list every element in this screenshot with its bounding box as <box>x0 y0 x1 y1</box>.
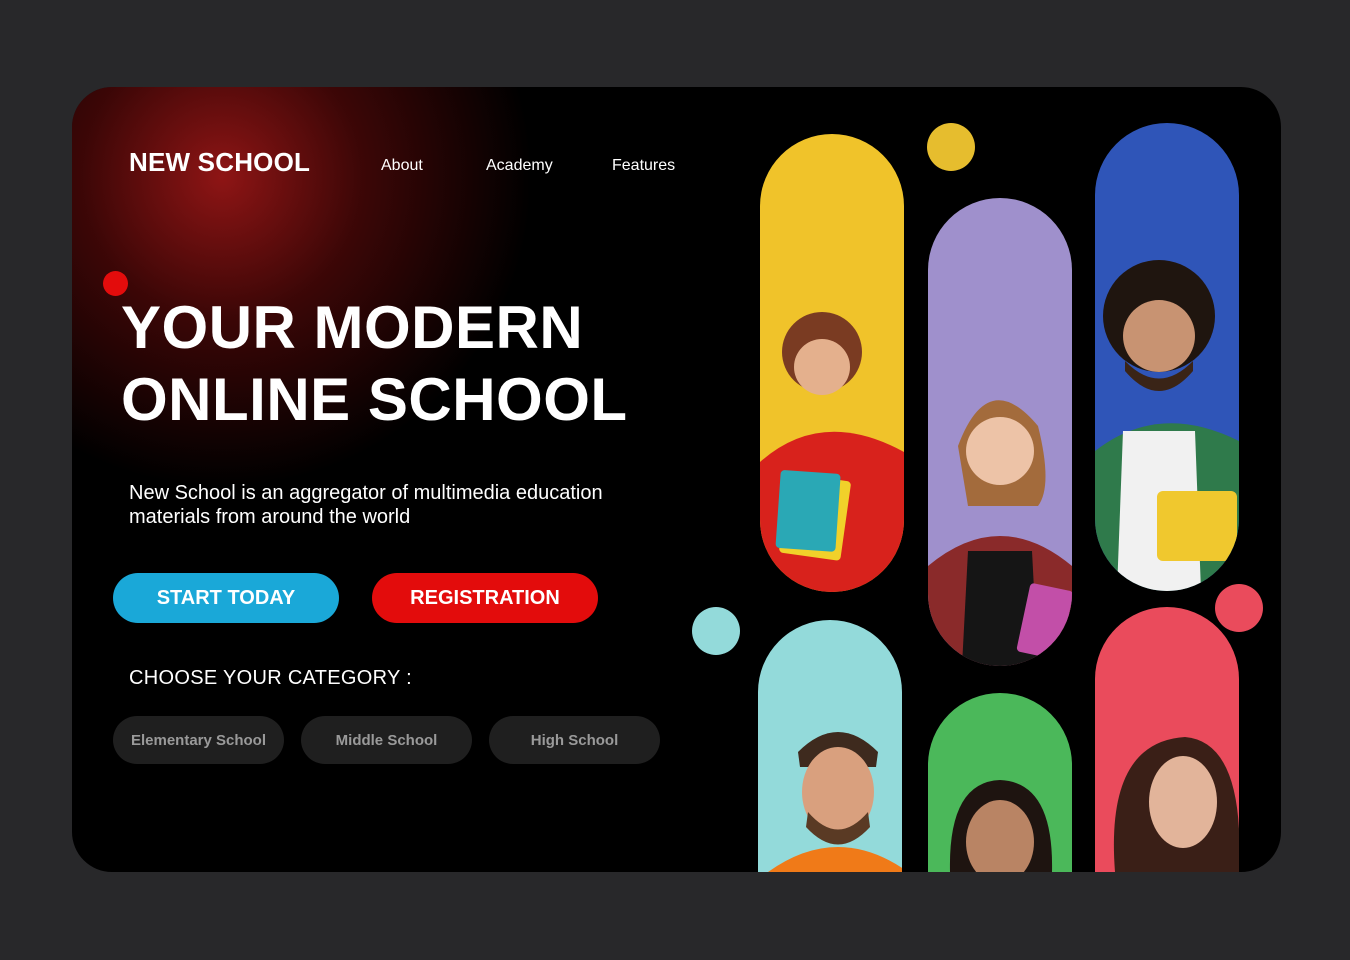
student-photo-cyan <box>758 620 902 872</box>
nav-about[interactable]: About <box>381 157 423 175</box>
category-middle-school[interactable]: Middle School <box>301 716 472 764</box>
student-photo-lavender <box>928 198 1072 666</box>
pink-circle-decoration <box>1215 584 1263 632</box>
hero-title: YOUR MODERN ONLINE SCHOOL <box>121 292 628 436</box>
student-photo-blue <box>1095 123 1239 591</box>
category-elementary-school[interactable]: Elementary School <box>113 716 284 764</box>
start-today-button[interactable]: START TODAY <box>113 573 339 623</box>
person-silhouette-icon <box>928 400 1072 666</box>
student-photo-green <box>928 693 1072 872</box>
nav-academy[interactable]: Academy <box>486 157 553 175</box>
landing-card: NEW SCHOOL About Academy Features YOUR M… <box>72 87 1281 872</box>
person-silhouette-icon <box>1095 260 1239 591</box>
person-silhouette-icon <box>760 312 904 592</box>
cyan-circle-decoration <box>692 607 740 655</box>
hero-title-line-2: ONLINE SCHOOL <box>121 366 628 433</box>
person-silhouette-icon <box>949 780 1053 872</box>
logo[interactable]: NEW SCHOOL <box>129 147 310 178</box>
hero-title-line-1: YOUR MODERN <box>121 294 584 361</box>
person-silhouette-icon <box>1113 737 1239 872</box>
registration-button[interactable]: REGISTRATION <box>372 573 598 623</box>
person-silhouette-icon <box>768 732 902 872</box>
category-label: CHOOSE YOUR CATEGORY : <box>129 667 412 689</box>
yellow-circle-decoration <box>927 123 975 171</box>
nav-features[interactable]: Features <box>612 157 675 175</box>
hero-description: New School is an aggregator of multimedi… <box>129 482 603 528</box>
category-high-school[interactable]: High School <box>489 716 660 764</box>
student-photo-yellow <box>760 134 904 592</box>
student-photo-pink <box>1095 607 1239 872</box>
